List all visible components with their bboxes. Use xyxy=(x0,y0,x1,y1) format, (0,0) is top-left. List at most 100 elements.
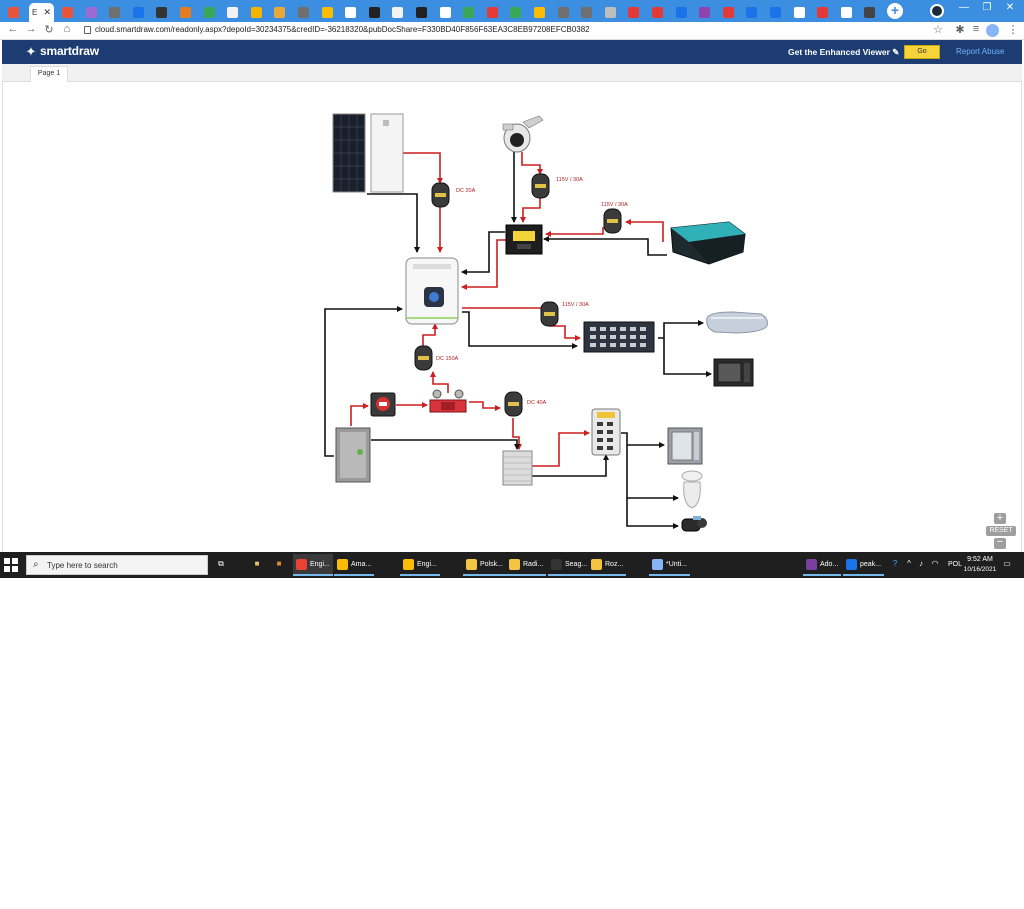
pinned-app-icon[interactable]: ■ xyxy=(274,559,284,568)
browser-tab[interactable] xyxy=(174,3,197,22)
tab-favicon-icon xyxy=(133,7,144,18)
help-icon[interactable]: ? xyxy=(890,559,900,568)
browser-tab[interactable] xyxy=(434,3,457,22)
taskbar-app-button[interactable]: Seag... xyxy=(548,554,591,576)
browser-tab[interactable] xyxy=(221,3,244,22)
browser-tab[interactable] xyxy=(386,3,409,22)
tab-favicon-icon xyxy=(534,7,545,18)
profile-icon[interactable] xyxy=(930,4,944,18)
zoom-out-button[interactable]: − xyxy=(994,537,1006,549)
browser-tab[interactable] xyxy=(150,3,173,22)
notifications-icon[interactable]: ▭ xyxy=(1002,559,1012,568)
volume-icon[interactable]: ♪ xyxy=(916,559,926,568)
browser-tab[interactable] xyxy=(481,3,504,22)
browser-tab[interactable] xyxy=(552,3,575,22)
language-indicator[interactable]: POL xyxy=(948,561,962,568)
browser-tab[interactable] xyxy=(622,3,645,22)
taskbar-app-button[interactable]: Engi... xyxy=(400,554,440,576)
wire-inverter-to-fuse30 xyxy=(462,307,550,313)
app-icon xyxy=(652,558,663,570)
restore-icon[interactable]: ❐ xyxy=(980,2,994,13)
browser-tab[interactable] xyxy=(835,3,858,22)
taskbar-app-button[interactable]: peak... xyxy=(843,554,885,576)
close-window-icon[interactable]: ✕ xyxy=(1003,2,1017,13)
tab-favicon-icon xyxy=(652,7,663,18)
browser-tab[interactable] xyxy=(339,3,362,22)
taskbar-app-button[interactable]: Ama... xyxy=(334,554,375,576)
browser-tab[interactable] xyxy=(198,3,221,22)
browser-tab[interactable] xyxy=(457,3,480,22)
windows-start-icon[interactable] xyxy=(4,558,18,572)
browser-tab[interactable] xyxy=(811,3,834,22)
reading-list-icon[interactable]: ≡ xyxy=(969,23,983,35)
taskbar-app-button[interactable]: Polsk... xyxy=(463,554,506,576)
taskbar-app-button[interactable]: Ado... xyxy=(803,554,842,576)
drawing-canvas[interactable]: DC 20A 115V / 30A 115V / 30A 115V / 30A … xyxy=(2,82,1022,552)
browser-tab[interactable] xyxy=(693,3,716,22)
browser-tab-active[interactable]: E ✕ xyxy=(29,3,54,22)
tab-page-1[interactable]: Page 1 xyxy=(30,66,68,82)
browser-tab[interactable] xyxy=(740,3,763,22)
clock-time[interactable]: 9:52 AM xyxy=(962,556,998,563)
battery-switch xyxy=(370,392,396,417)
fuse-dc40 xyxy=(504,391,523,417)
taskbar-app-button[interactable]: Roz... xyxy=(588,554,627,576)
browser-tab[interactable] xyxy=(363,3,386,22)
wire-battery-to-dcdc-black xyxy=(371,439,520,450)
taskbar-search-box[interactable]: ⌕ Type here to search xyxy=(26,555,208,575)
tray-chevron-icon[interactable]: ^ xyxy=(904,559,914,568)
browser-tab[interactable] xyxy=(292,3,315,22)
browser-tab[interactable] xyxy=(599,3,622,22)
wire-battery-to-switch xyxy=(350,403,369,426)
tab-favicon-icon xyxy=(156,7,167,18)
tab-favicon-icon xyxy=(86,7,97,18)
extensions-icon[interactable]: ✱ xyxy=(953,23,967,36)
back-icon[interactable]: ← xyxy=(6,23,20,35)
browser-tab[interactable] xyxy=(504,3,527,22)
screen: E ✕ + — ❐ ✕ ← → ↻ ⌂ cloud.smartdraw.com/… xyxy=(0,0,1024,578)
report-abuse-link[interactable]: Report Abuse xyxy=(956,47,1004,56)
reload-icon[interactable]: ↻ xyxy=(42,23,56,36)
new-tab-button[interactable]: + xyxy=(887,3,903,19)
browser-tab[interactable] xyxy=(316,3,339,22)
wifi-icon[interactable]: ◠ xyxy=(930,559,940,568)
browser-tab[interactable] xyxy=(80,3,103,22)
browser-tab[interactable] xyxy=(103,3,126,22)
account-avatar[interactable] xyxy=(986,24,999,37)
browser-tab[interactable] xyxy=(410,3,433,22)
browser-tab[interactable] xyxy=(127,3,150,22)
forward-icon[interactable]: → xyxy=(24,23,38,35)
home-icon[interactable]: ⌂ xyxy=(60,23,74,35)
taskbar-app-button[interactable]: *Unti... xyxy=(649,554,691,576)
browser-toolbar: ← → ↻ ⌂ cloud.smartdraw.com/readonly.asp… xyxy=(0,22,1024,40)
browser-tab[interactable] xyxy=(764,3,787,22)
zoom-in-button[interactable]: + xyxy=(994,513,1006,524)
browser-tab[interactable] xyxy=(717,3,740,22)
task-view-icon[interactable]: ⧉ xyxy=(216,559,226,569)
browser-tab[interactable] xyxy=(646,3,669,22)
taskbar-app-button[interactable]: Radi... xyxy=(506,554,547,576)
wire-busbar-to-fuse150 xyxy=(430,371,449,393)
browser-tab[interactable] xyxy=(670,3,693,22)
browser-tab[interactable] xyxy=(858,3,881,22)
clock-date[interactable]: 10/16/2021 xyxy=(962,566,998,573)
minimize-icon[interactable]: — xyxy=(957,2,971,13)
address-bar[interactable]: cloud.smartdraw.com/readonly.aspx?depoId… xyxy=(95,25,590,34)
browser-tab[interactable] xyxy=(56,3,79,22)
browser-tab[interactable] xyxy=(788,3,811,22)
bookmark-star-icon[interactable]: ☆ xyxy=(931,23,945,36)
browser-tab[interactable] xyxy=(245,3,268,22)
pinned-app-icon[interactable]: ■ xyxy=(252,559,262,568)
menu-icon[interactable]: ⋮ xyxy=(1006,23,1020,36)
windows-taskbar: ⌕ Type here to search ⧉ ■ ■ Engi... Ama..… xyxy=(0,552,1024,578)
taskbar-app-label: Seag... xyxy=(565,560,588,568)
browser-tab[interactable] xyxy=(268,3,291,22)
close-tab-icon[interactable]: ✕ xyxy=(43,7,51,18)
reset-zoom-button[interactable]: RESET xyxy=(986,526,1016,536)
taskbar-app-button[interactable]: Engi... xyxy=(293,554,333,576)
go-button[interactable]: Go xyxy=(904,45,940,59)
browser-tab[interactable] xyxy=(528,3,551,22)
browser-tab[interactable] xyxy=(4,3,28,22)
browser-tab[interactable] xyxy=(575,3,598,22)
tab-favicon-icon xyxy=(416,7,427,18)
